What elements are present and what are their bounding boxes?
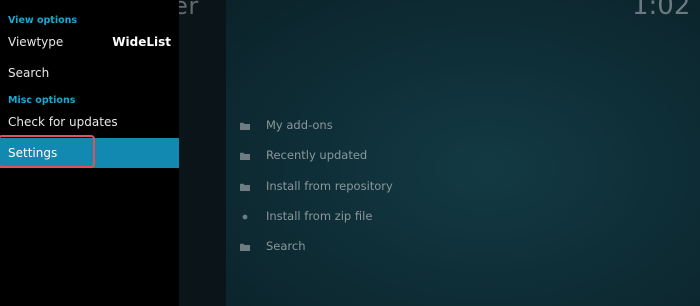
menu-item-label: Viewtype — [8, 35, 64, 49]
settings-highlight-box — [0, 135, 95, 168]
folder-icon — [240, 153, 250, 161]
list-item-my-addons[interactable]: My add-ons — [236, 112, 536, 142]
folder-icon — [240, 122, 250, 130]
menu-item-check-for-updates[interactable]: Check for updates — [0, 107, 179, 137]
clock: 1:02 P — [632, 0, 700, 21]
dot-icon — [242, 214, 248, 220]
list-item-label: Search — [266, 239, 306, 254]
addon-browser-screen: wser 1:02 P My add-ons Recently updated … — [0, 0, 700, 306]
menu-item-label: Search — [8, 66, 50, 80]
section-header-view-options: View options — [8, 15, 78, 26]
folder-icon — [240, 183, 250, 191]
list-item-label: Recently updated — [266, 148, 368, 163]
folder-icon — [240, 243, 250, 252]
list-item-label: Install from repository — [266, 178, 393, 193]
list-item-label: Install from zip file — [266, 208, 373, 223]
menu-item-search[interactable]: Search — [0, 58, 179, 88]
addon-list: My add-ons Recently updated Install from… — [236, 112, 536, 263]
section-header-misc-options: Misc options — [8, 95, 76, 106]
menu-item-label: Check for updates — [8, 115, 118, 129]
list-item-install-from-repository[interactable]: Install from repository — [236, 173, 536, 203]
list-item-install-from-zip[interactable]: Install from zip file — [236, 203, 536, 233]
menu-item-viewtype[interactable]: Viewtype WideList — [0, 27, 179, 57]
viewtype-value: WideList — [112, 35, 171, 49]
list-item-label: My add-ons — [266, 118, 333, 132]
list-item-search[interactable]: Search — [236, 233, 536, 263]
list-item-recently-updated[interactable]: Recently updated — [236, 142, 536, 172]
